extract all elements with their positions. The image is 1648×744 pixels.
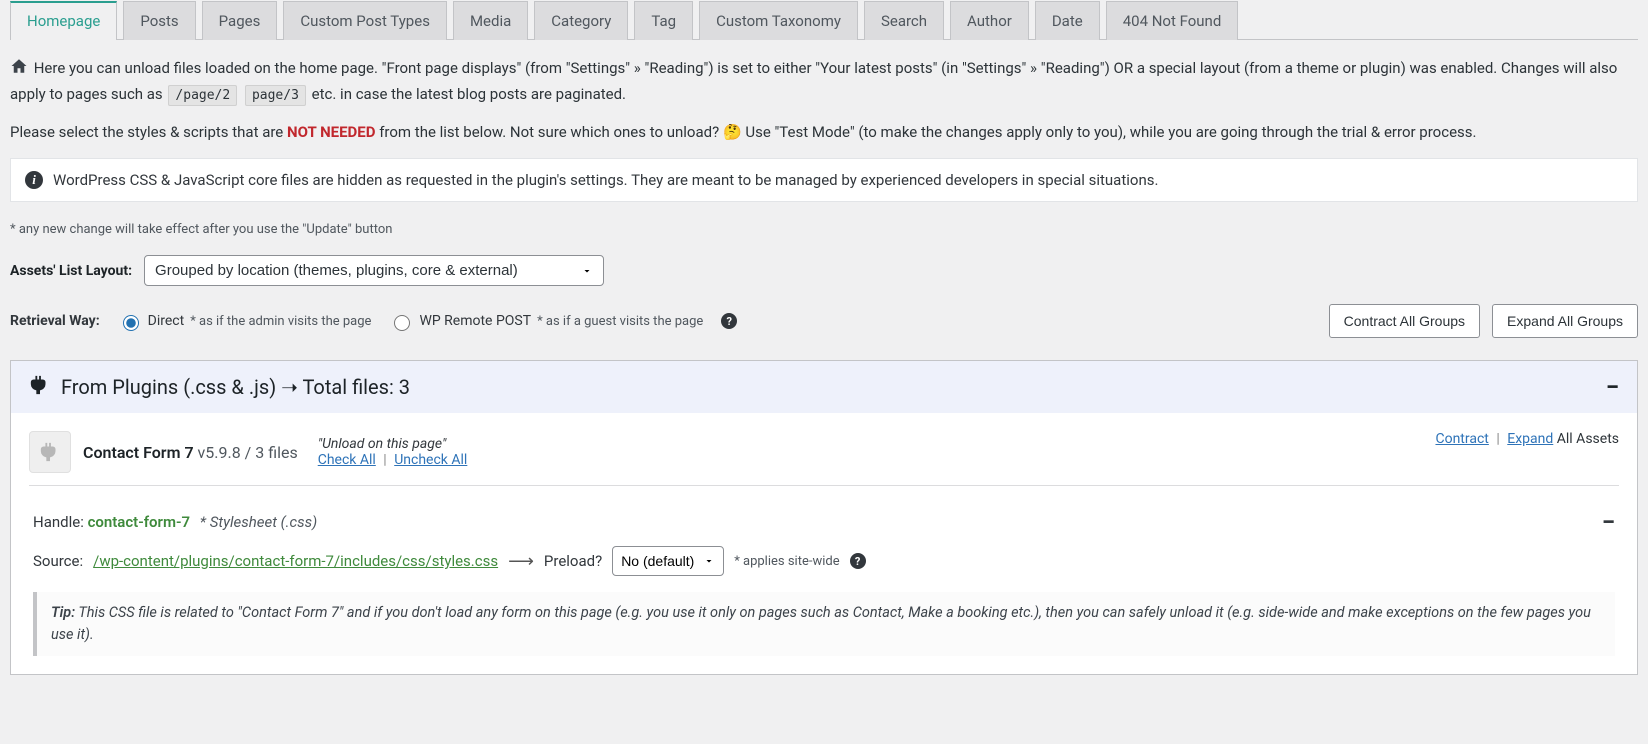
tip-label: Tip: — [51, 604, 75, 621]
tab-date[interactable]: Date — [1035, 1, 1100, 40]
unload-quote: "Unload on this page" — [318, 436, 468, 452]
intro-text-2c: Use "Test Mode" (to make the changes app… — [745, 123, 1476, 141]
check-all-link[interactable]: Check All — [318, 452, 376, 468]
plugin-meta: "Unload on this page" Check All | Unchec… — [318, 436, 468, 468]
tab-author[interactable]: Author — [950, 1, 1029, 40]
tab-tag[interactable]: Tag — [634, 1, 693, 40]
all-assets-text: All Assets — [1557, 431, 1619, 447]
info-box: i WordPress CSS & JavaScript core files … — [10, 158, 1638, 202]
intro-text-1b: etc. in case the latest blog posts are p… — [312, 85, 626, 103]
expand-all-button[interactable]: Expand All Groups — [1492, 304, 1638, 338]
section-from-plugins: From Plugins (.css & .js) ➝ Total files:… — [10, 360, 1638, 675]
update-note: * any new change will take effect after … — [10, 222, 1638, 237]
tab-search[interactable]: Search — [864, 1, 944, 40]
retrieval-label: Retrieval Way: — [10, 313, 100, 329]
info-box-text: WordPress CSS & JavaScript core files ar… — [53, 171, 1158, 189]
source-label: Source: — [33, 552, 83, 570]
plugin-title: Contact Form 7 v5.9.8 / 3 files — [83, 443, 298, 462]
sep-2: | — [1496, 431, 1499, 447]
uncheck-all-link[interactable]: Uncheck All — [394, 452, 467, 468]
not-needed-label: NOT NEEDED — [287, 123, 375, 141]
handle-name: contact-form-7 — [88, 513, 190, 531]
tab-custom-taxonomy[interactable]: Custom Taxonomy — [699, 1, 858, 40]
preload-label: Preload? — [544, 552, 602, 570]
intro-text-2b: from the list below. Not sure which ones… — [379, 123, 719, 141]
tabs-bar: Homepage Posts Pages Custom Post Types M… — [10, 0, 1638, 40]
intro-paragraph-1: Here you can unload files loaded on the … — [10, 56, 1638, 106]
home-icon — [10, 57, 28, 82]
code-page3: page/3 — [245, 85, 306, 106]
retrieval-direct-label: Direct — [148, 313, 185, 329]
plugin-icon — [29, 431, 71, 473]
tab-404[interactable]: 404 Not Found — [1106, 1, 1239, 40]
contract-link[interactable]: Contract — [1435, 431, 1488, 447]
tab-homepage[interactable]: Homepage — [10, 1, 117, 40]
plugin-name: Contact Form 7 — [83, 443, 194, 462]
tip-box: Tip: This CSS file is related to "Contac… — [33, 592, 1615, 656]
layout-label: Assets' List Layout: — [10, 263, 132, 279]
tab-posts[interactable]: Posts — [123, 1, 195, 40]
handle-collapse-icon[interactable]: − — [1602, 508, 1615, 536]
retrieval-remote-radio[interactable] — [394, 315, 410, 331]
tab-cpt[interactable]: Custom Post Types — [283, 1, 447, 40]
plugin-block: Contact Form 7 v5.9.8 / 3 files "Unload … — [11, 413, 1637, 674]
contract-all-button[interactable]: Contract All Groups — [1329, 304, 1480, 338]
section-title: From Plugins (.css & .js) ➝ Total files:… — [61, 375, 410, 399]
section-collapse-icon[interactable]: − — [1606, 373, 1619, 401]
layout-select[interactable]: Grouped by location (themes, plugins, co… — [144, 255, 604, 286]
thinking-emoji: 🤔 — [723, 120, 742, 144]
tab-media[interactable]: Media — [453, 1, 528, 40]
plugin-head: Contact Form 7 v5.9.8 / 3 files "Unload … — [29, 431, 1619, 486]
retrieval-direct-hint: * as if the admin visits the page — [190, 314, 371, 329]
intro-paragraph-2: Please select the styles & scripts that … — [10, 120, 1638, 144]
intro-text-2a: Please select the styles & scripts that … — [10, 123, 283, 141]
section-header[interactable]: From Plugins (.css & .js) ➝ Total files:… — [11, 361, 1637, 413]
retrieval-remote[interactable]: WP Remote POST * as if a guest visits th… — [389, 312, 703, 331]
preload-help-icon[interactable]: ? — [850, 553, 866, 569]
handle-row: Handle: contact-form-7 * Stylesheet (.cs… — [29, 500, 1619, 542]
source-path-link[interactable]: /wp-content/plugins/contact-form-7/inclu… — [93, 552, 498, 570]
retrieval-direct[interactable]: Direct * as if the admin visits the page — [118, 312, 372, 331]
code-page2: /page/2 — [168, 85, 237, 106]
source-row: Source: /wp-content/plugins/contact-form… — [29, 542, 1619, 586]
layout-row: Assets' List Layout: Grouped by location… — [10, 255, 1638, 286]
tip-text: This CSS file is related to "Contact For… — [51, 604, 1591, 643]
handle-type: * Stylesheet (.css) — [200, 513, 317, 531]
plugin-version: v5.9.8 / 3 files — [198, 443, 298, 462]
info-icon: i — [25, 171, 43, 189]
help-icon[interactable]: ? — [721, 313, 737, 329]
plug-icon — [29, 374, 51, 401]
expand-link[interactable]: Expand — [1507, 431, 1553, 447]
retrieval-row: Retrieval Way: Direct * as if the admin … — [10, 304, 1638, 338]
sep: | — [383, 452, 386, 468]
preload-select[interactable]: No (default) — [612, 546, 724, 576]
plugin-head-right: Contract | Expand All Assets — [1435, 431, 1619, 447]
handle-label: Handle: — [33, 513, 84, 531]
tab-pages[interactable]: Pages — [202, 1, 278, 40]
retrieval-remote-hint: * as if a guest visits the page — [537, 314, 703, 329]
tab-category[interactable]: Category — [534, 1, 628, 40]
retrieval-remote-label: WP Remote POST — [419, 313, 531, 329]
retrieval-direct-radio[interactable] — [123, 315, 139, 331]
applies-text: * applies site-wide — [734, 554, 839, 569]
arrow-icon: ⟶ — [508, 551, 534, 572]
